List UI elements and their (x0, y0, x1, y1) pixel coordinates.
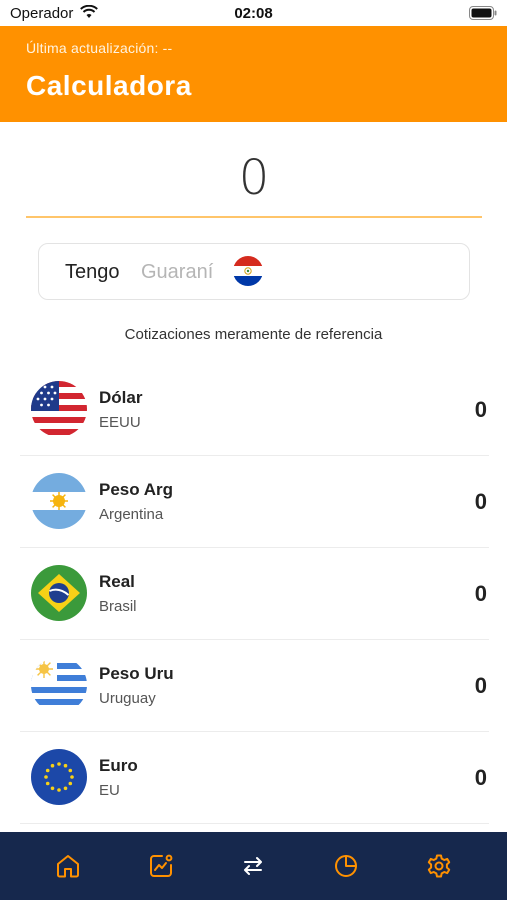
clock: 02:08 (234, 5, 273, 22)
settings-icon (427, 854, 450, 878)
paraguay-flag-icon (233, 256, 263, 286)
currency-country: Argentina (99, 506, 164, 523)
currency-name: Real (99, 572, 135, 591)
currency-value: 0 (474, 489, 487, 514)
page-title: Calculadora (26, 70, 192, 101)
currency-row-eur[interactable]: Euro EU 0 (0, 732, 507, 824)
currency-row-ars[interactable]: Peso Arg Argentina 0 (0, 456, 507, 548)
currency-row-usd[interactable]: Dólar EEUU 0 (0, 364, 507, 456)
nav-swap[interactable] (233, 846, 273, 886)
home-icon (57, 855, 80, 878)
currency-row-brl[interactable]: Real Brasil 0 (0, 548, 507, 640)
amount-input[interactable]: 0 (26, 150, 482, 206)
pie-chart-icon (335, 855, 358, 877)
currency-country: EEUU (99, 414, 141, 431)
status-bar: Operador 02:08 (0, 0, 507, 26)
currency-value: 0 (474, 673, 487, 698)
nav-settings[interactable] (419, 846, 459, 886)
currency-name: Dólar (99, 388, 143, 407)
currency-value: 0 (474, 397, 487, 422)
currency-list: Dólar EEUU 0 Peso Arg Argentina 0 Real B… (0, 364, 507, 824)
currency-name: Peso Uru (99, 664, 174, 683)
currency-name: Peso Arg (99, 480, 174, 499)
currency-row-uyu[interactable]: Peso Uru Uruguay 0 (0, 640, 507, 732)
usa-flag-icon (31, 381, 87, 437)
currency-name: Euro (99, 756, 138, 775)
bottom-nav (0, 832, 507, 900)
tengo-label: Tengo (65, 261, 120, 283)
argentina-flag-icon (31, 473, 87, 529)
chart-icon (149, 854, 173, 877)
nav-pie-chart[interactable] (326, 846, 366, 886)
eu-flag-icon (31, 749, 87, 805)
uruguay-flag-icon (31, 657, 87, 713)
currency-selector[interactable]: Tengo Guaraní (38, 243, 470, 300)
currency-country: EU (99, 782, 120, 799)
currency-country: Brasil (99, 598, 137, 615)
nav-home[interactable] (48, 846, 88, 886)
selected-currency: Guaraní (141, 261, 214, 283)
amount-underline (26, 216, 482, 218)
battery-icon (469, 6, 497, 20)
currency-country: Uruguay (99, 690, 156, 707)
brazil-flag-icon (31, 565, 87, 621)
last-update-label: Última actualización: -- (26, 40, 173, 56)
disclaimer-text: Cotizaciones meramente de referencia (124, 326, 383, 343)
currency-value: 0 (474, 765, 487, 790)
currency-value: 0 (474, 581, 487, 606)
swap-icon (244, 857, 263, 875)
row-divider (20, 823, 489, 824)
app-header: Última actualización: -- Calculadora (0, 26, 507, 122)
nav-chart[interactable] (141, 846, 181, 886)
